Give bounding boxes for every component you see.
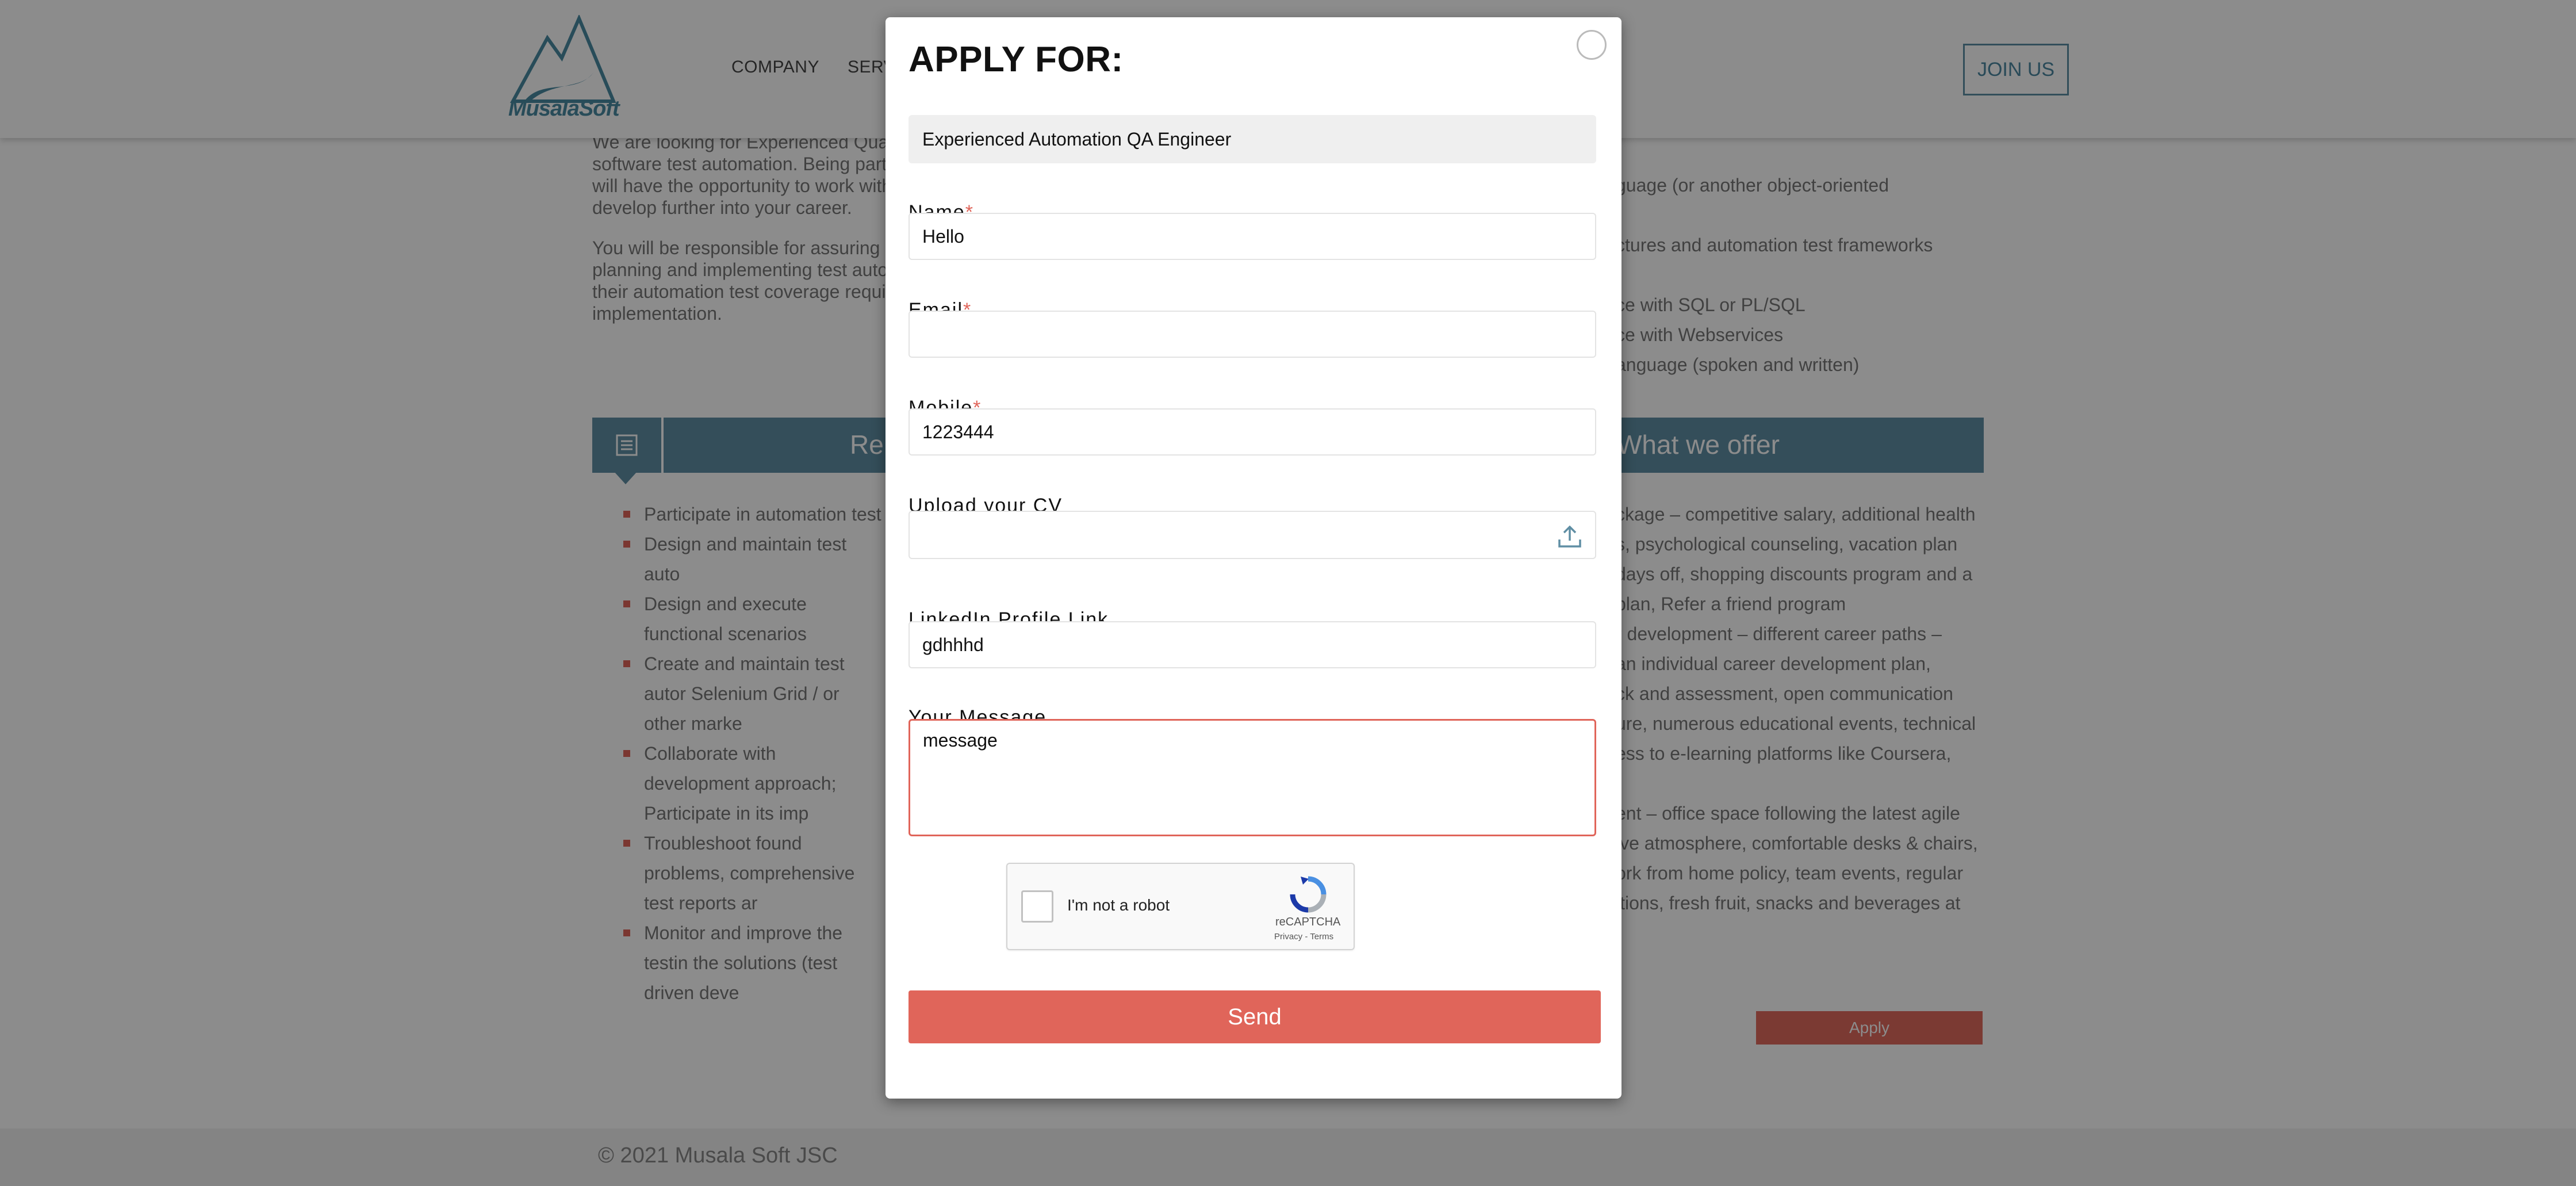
send-button[interactable]: Send (908, 990, 1601, 1043)
cv-upload-field[interactable] (908, 511, 1596, 559)
recaptcha-brand: reCAPTCHA (1275, 916, 1341, 928)
recaptcha-label: I'm not a robot (1067, 896, 1170, 914)
recaptcha-logo-icon (1290, 876, 1327, 913)
recaptcha-widget: I'm not a robot reCAPTCHA Privacy - Term… (1006, 863, 1355, 950)
linkedin-input[interactable] (908, 621, 1596, 668)
upload-icon[interactable] (1557, 523, 1582, 549)
modal-title: APPLY FOR: (908, 40, 1124, 79)
mobile-input[interactable] (908, 408, 1596, 456)
name-input[interactable] (908, 213, 1596, 260)
message-textarea[interactable]: message (908, 719, 1596, 836)
position-field (908, 115, 1596, 163)
apply-modal: APPLY FOR: Name* Email* Mobile* Upload y… (885, 17, 1621, 1099)
close-button[interactable] (1577, 30, 1607, 60)
email-input[interactable] (908, 311, 1596, 358)
recaptcha-checkbox[interactable] (1021, 890, 1053, 923)
recaptcha-links[interactable]: Privacy - Terms (1274, 932, 1333, 942)
